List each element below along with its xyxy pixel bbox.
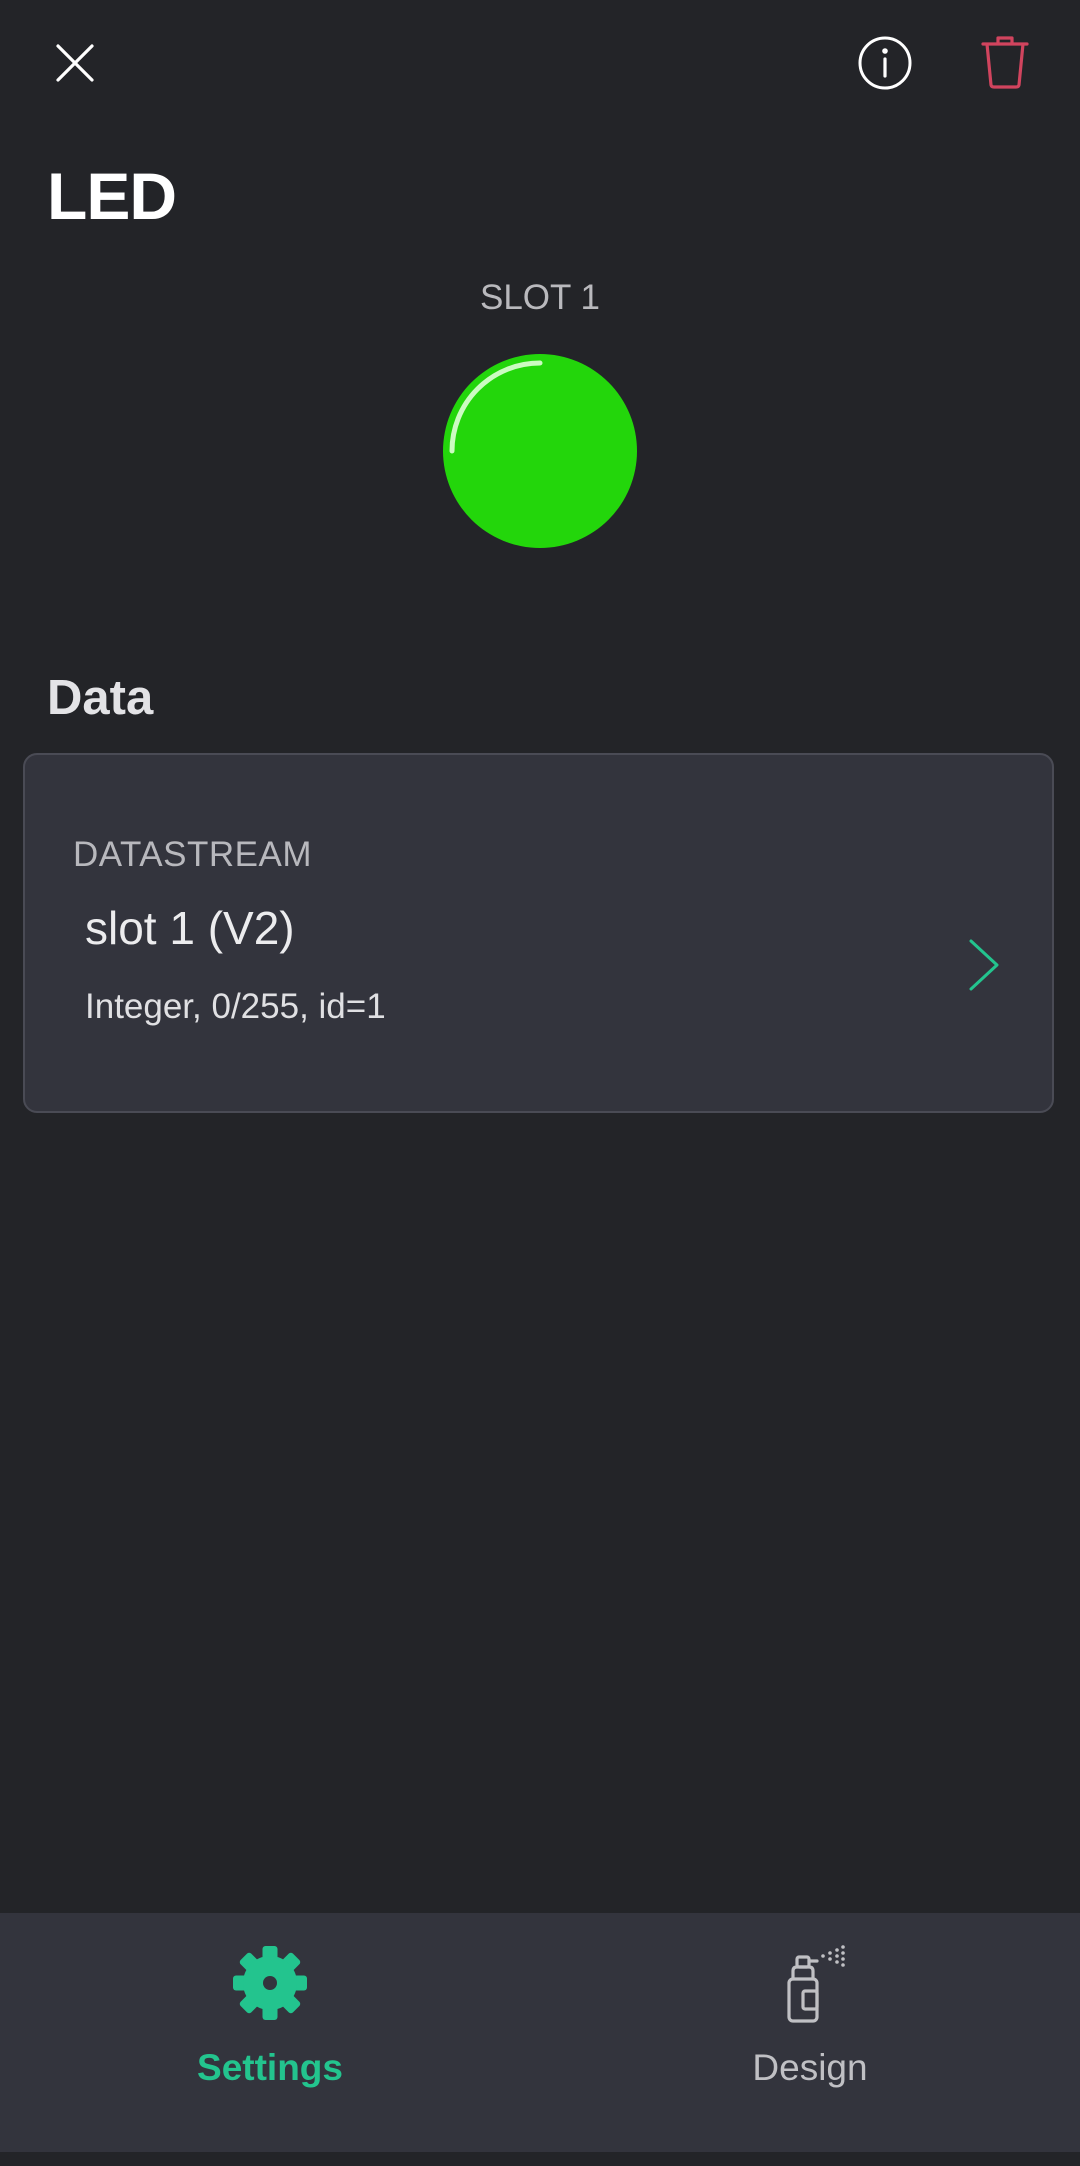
tab-settings[interactable]: Settings [0, 1913, 540, 2152]
chevron-right-icon [969, 939, 999, 991]
led-preview [443, 354, 637, 548]
delete-button[interactable] [968, 24, 1042, 100]
datastream-name: slot 1 (V2) [85, 902, 295, 954]
trash-icon [981, 36, 1029, 89]
tab-design-label: Design [752, 2047, 868, 2088]
info-button[interactable] [848, 26, 922, 100]
close-icon [56, 44, 94, 82]
close-button[interactable] [40, 28, 110, 98]
datastream-label: DATASTREAM [73, 835, 312, 874]
page-title: LED [47, 159, 177, 233]
spray-can-icon [787, 1945, 845, 2023]
gear-icon [233, 1946, 307, 2020]
bottom-nav: Settings Design [0, 1913, 1080, 2152]
datastream-card[interactable]: DATASTREAM slot 1 (V2) Integer, 0/255, i… [23, 753, 1054, 1113]
info-icon [858, 36, 912, 90]
datastream-details: Integer, 0/255, id=1 [85, 987, 386, 1026]
tab-settings-label: Settings [197, 2047, 343, 2088]
tab-design[interactable]: Design [540, 1913, 1080, 2152]
widget-settings-screen: LED SLOT 1 Data DATASTREAM slot 1 (V2) I… [0, 0, 1080, 2166]
data-section-title: Data [47, 671, 154, 725]
preview-label: SLOT 1 [480, 278, 600, 317]
